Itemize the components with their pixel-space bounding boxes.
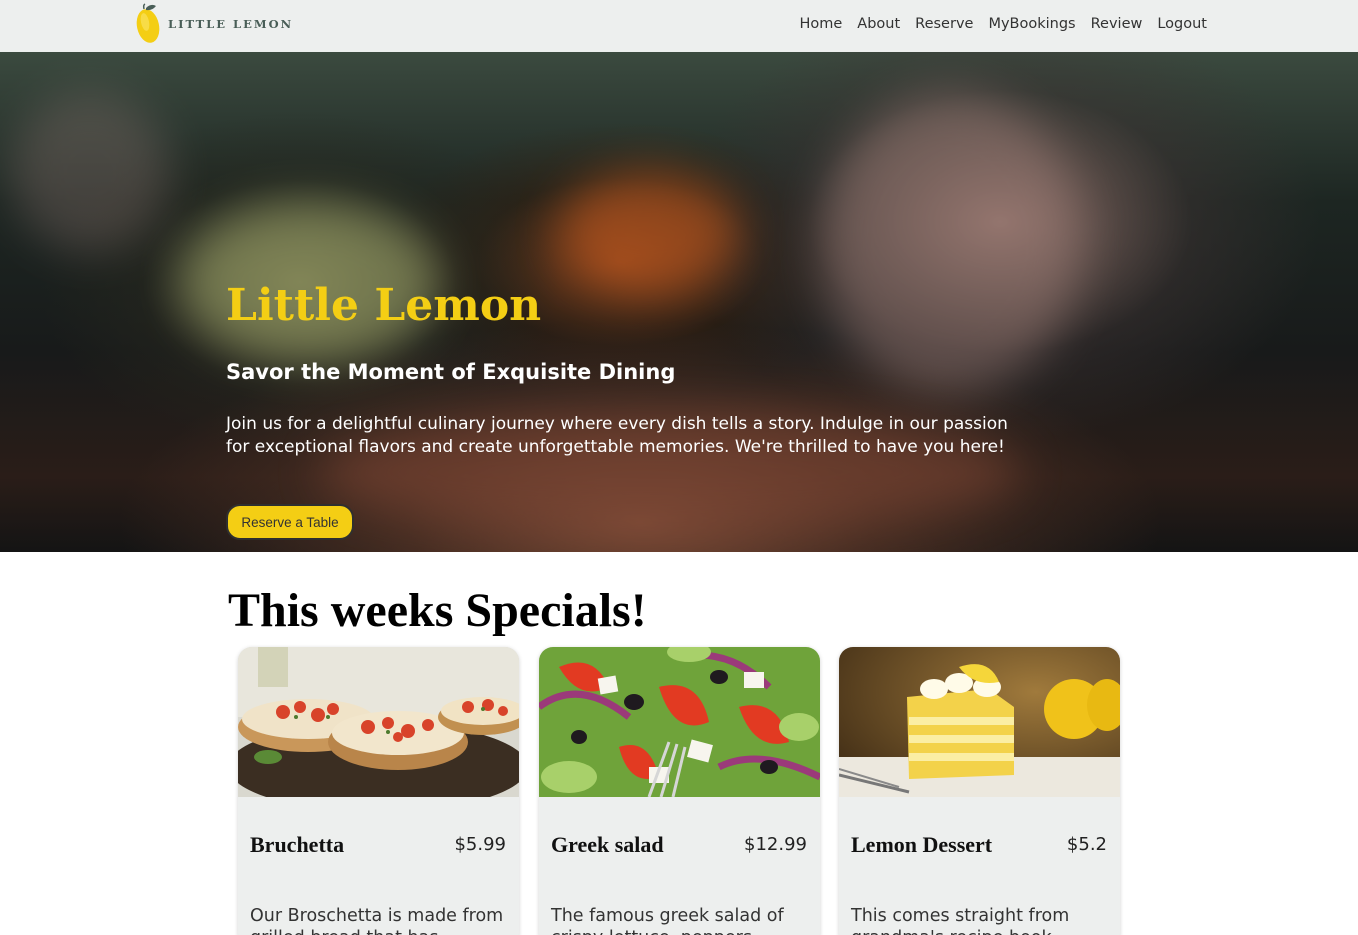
- hero-description: Join us for a delightful culinary journe…: [226, 414, 1008, 457]
- bruchetta-image: [238, 647, 519, 797]
- hero-background-blur: [10, 92, 170, 252]
- card-description: Our Broschetta is made from grilled brea…: [250, 906, 504, 935]
- specials-title: This weeks Specials!: [228, 584, 647, 637]
- nav-link-review[interactable]: Review: [1091, 16, 1143, 32]
- card-title: Greek salad: [551, 832, 664, 857]
- hero-title: Little Lemon: [226, 280, 542, 331]
- card-title: Bruchetta: [250, 832, 345, 857]
- navbar: LITTLE LEMON Home About Reserve MyBookin…: [0, 0, 1358, 52]
- card-price: $5.99: [454, 834, 506, 855]
- nav-link-about[interactable]: About: [857, 16, 900, 32]
- card-description: This comes straight from grandma's recip…: [851, 906, 1070, 935]
- lemon-icon: [136, 3, 160, 43]
- logo-text: LITTLE LEMON: [168, 17, 294, 31]
- card-price: $12.99: [744, 834, 807, 855]
- nav-link-home[interactable]: Home: [799, 16, 842, 32]
- card-title: Lemon Dessert: [851, 832, 993, 857]
- card-description: The famous greek salad of crispy lettuce…: [551, 906, 784, 935]
- special-card-lemon-dessert[interactable]: Lemon Dessert $5.2 This comes straight f…: [839, 647, 1120, 935]
- nav-links: Home About Reserve MyBookings Review Log…: [799, 16, 1207, 32]
- nav-link-mybookings[interactable]: MyBookings: [988, 16, 1075, 32]
- hero-subtitle: Savor the Moment of Exquisite Dining: [226, 360, 676, 384]
- lemon-dessert-image: [839, 647, 1120, 797]
- hero-section: Little Lemon Savor the Moment of Exquisi…: [0, 52, 1358, 552]
- nav-link-reserve[interactable]: Reserve: [915, 16, 973, 32]
- hero-content: Little Lemon Savor the Moment of Exquisi…: [226, 52, 1046, 552]
- special-card-greek-salad[interactable]: Greek salad $12.99 The famous greek sala…: [539, 647, 820, 935]
- special-card-bruchetta[interactable]: Bruchetta $5.99 Our Broschetta is made f…: [238, 647, 519, 935]
- greek-salad-image: [539, 647, 820, 797]
- nav-link-logout[interactable]: Logout: [1157, 16, 1207, 32]
- card-price: $5.2: [1066, 834, 1107, 855]
- logo[interactable]: LITTLE LEMON: [134, 3, 293, 45]
- reserve-table-button[interactable]: Reserve a Table: [226, 504, 354, 540]
